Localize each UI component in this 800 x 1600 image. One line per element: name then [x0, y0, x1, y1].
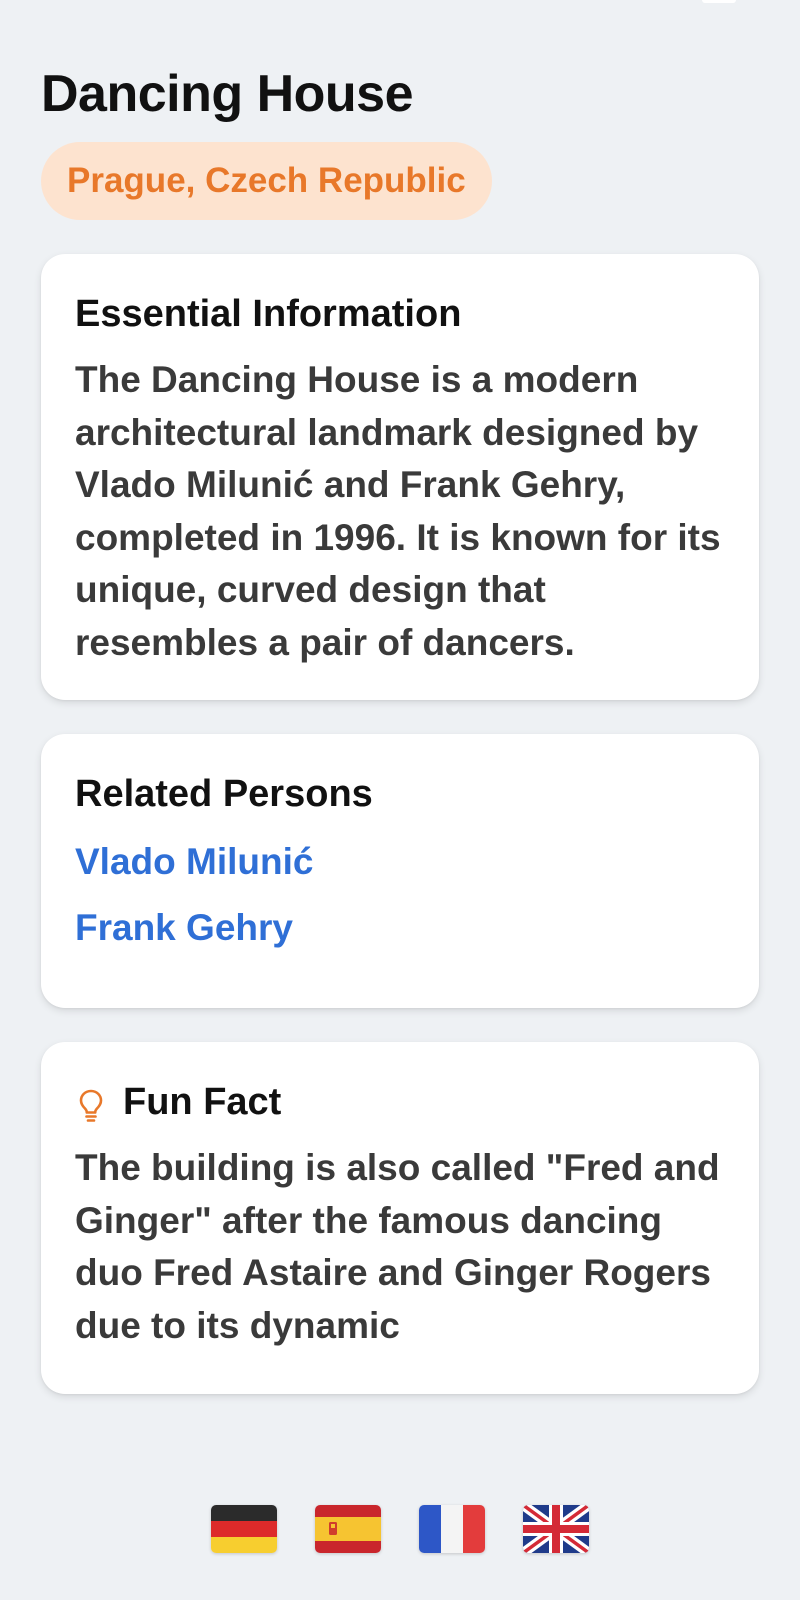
essential-information-text: The Dancing House is a modern architectu… [75, 359, 721, 663]
page-title: Dancing House [41, 65, 414, 123]
french-flag-icon[interactable] [419, 1505, 485, 1553]
related-persons-card: Related Persons Vlado Milunić Frank Gehr… [41, 734, 759, 1008]
uk-flag-icon[interactable] [523, 1505, 589, 1553]
spanish-flag-icon[interactable] [315, 1505, 381, 1553]
related-persons-title: Related Persons [75, 773, 373, 815]
lightbulb-icon [79, 1089, 103, 1122]
location-badge: Prague, Czech Republic [41, 142, 492, 220]
landmark-page: Dancing House Prague, Czech Republic Ess… [0, 0, 800, 1600]
person-link-frank-gehry[interactable]: Frank Gehry [75, 902, 725, 954]
fun-fact-title: Fun Fact [123, 1081, 282, 1123]
fun-fact-text: The building is also called "Fred and Gi… [75, 1147, 720, 1346]
person-link-vlado-milunic[interactable]: Vlado Milunić [75, 836, 725, 888]
essential-information-title: Essential Information [75, 293, 462, 335]
fun-fact-header: Fun Fact [75, 1076, 725, 1128]
german-flag-icon[interactable] [211, 1505, 277, 1553]
top-indicator [702, 0, 736, 3]
language-selector [0, 1505, 800, 1553]
essential-information-card: Essential Information The Dancing House … [41, 254, 759, 700]
fun-fact-card: Fun Fact The building is also called "Fr… [41, 1042, 759, 1394]
